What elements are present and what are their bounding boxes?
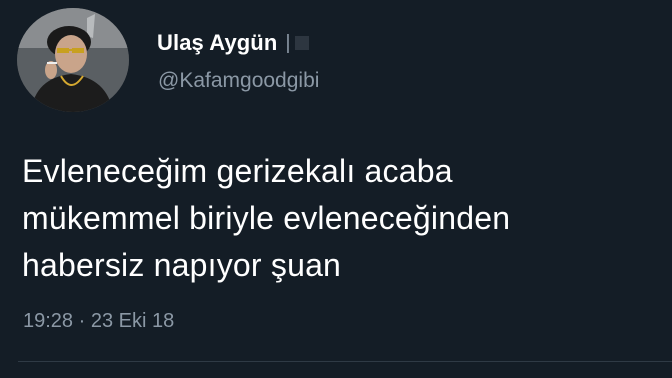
tweet-card: Ulaş Aygün | @Kafamgoodgibi Evleneceğim … bbox=[0, 0, 672, 378]
badge-icon bbox=[294, 36, 309, 50]
username[interactable]: @Kafamgoodgibi bbox=[158, 69, 319, 93]
tweet-text-line: habersiz napıyor şuan bbox=[22, 247, 342, 283]
display-name[interactable]: Ulaş Aygün bbox=[157, 30, 277, 56]
tweet-text: Evleneceğim gerizekalı acaba mükemmel bi… bbox=[22, 148, 662, 289]
tweet-timestamp[interactable]: 19:28 · 23 Eki 18 bbox=[23, 310, 174, 333]
user-avatar[interactable] bbox=[17, 8, 129, 112]
profile-photo-icon bbox=[17, 8, 129, 112]
divider bbox=[18, 361, 672, 362]
display-name-row: Ulaş Aygün | bbox=[157, 30, 309, 56]
name-separator: | bbox=[285, 31, 291, 54]
tweet-text-line: Evleneceğim gerizekalı acaba bbox=[22, 153, 453, 189]
tweet-text-line: mükemmel biriyle evleneceğinden bbox=[22, 200, 511, 236]
